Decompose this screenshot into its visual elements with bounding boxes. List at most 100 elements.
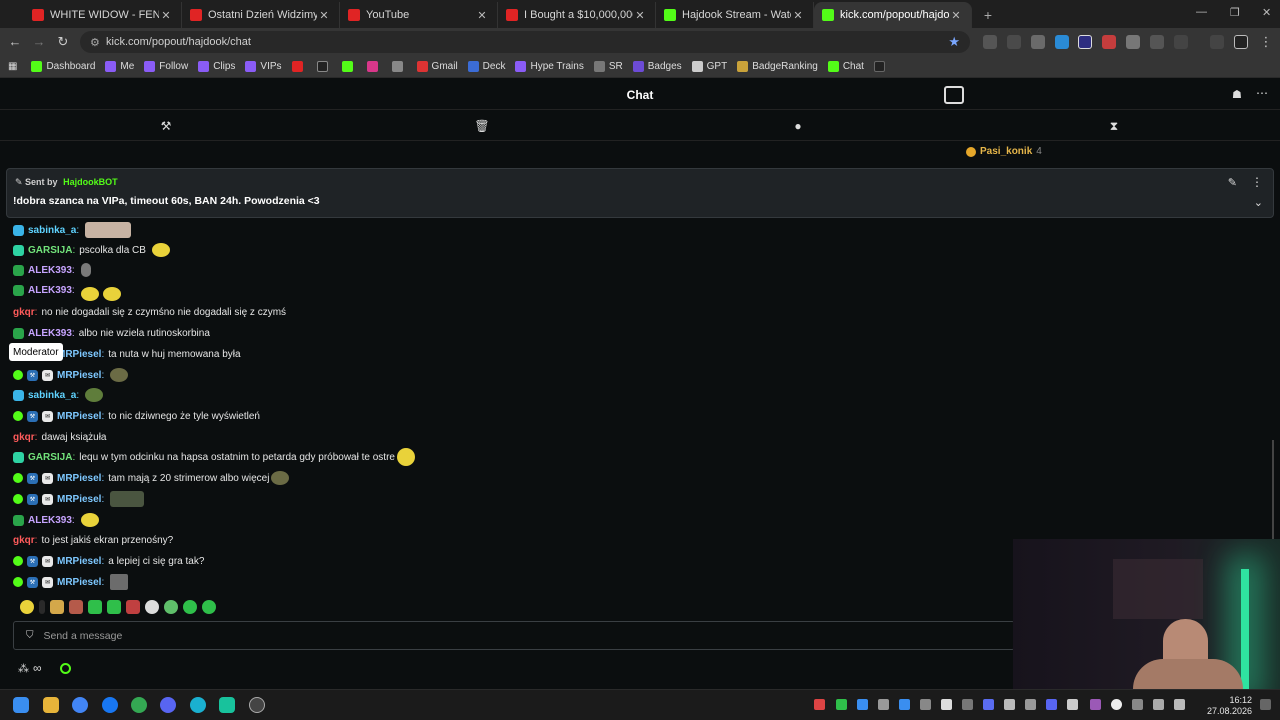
browser-tab[interactable]: Ostatni Dzień Widzimy to Zbroję ✕: [182, 2, 340, 28]
extension-icon[interactable]: [1102, 35, 1116, 49]
tray-icon[interactable]: [814, 699, 825, 710]
bookmark-badges[interactable]: Badges: [632, 61, 682, 72]
username[interactable]: sabinka_a: [28, 390, 76, 401]
notification-icon[interactable]: [1260, 699, 1271, 710]
bookmark-chat[interactable]: Chat: [827, 61, 864, 72]
chat-message[interactable]: GARSIJA: pscolka dla CB: [13, 240, 172, 260]
chat-message[interactable]: ALEK393:: [13, 510, 101, 530]
chat-message[interactable]: ⚒ ✉ MRPiesel: a lepiej ci się gra tak?: [13, 551, 204, 571]
kick-logo-icon[interactable]: [944, 86, 964, 104]
extension-icon[interactable]: [1126, 35, 1140, 49]
chat-message[interactable]: gkqr: dawaj książuła: [13, 427, 107, 447]
tray-icon[interactable]: [878, 699, 889, 710]
moderator-badge-icon[interactable]: ⚒: [27, 472, 38, 484]
bookmark-gpt[interactable]: GPT: [691, 61, 727, 72]
username[interactable]: MRPiesel: [57, 494, 101, 505]
more-options-icon[interactable]: ⋯: [1256, 86, 1268, 100]
extensions-puzzle-icon[interactable]: [1174, 35, 1188, 49]
bookmark-misc[interactable]: [873, 61, 889, 72]
bookmark-kick[interactable]: [341, 61, 357, 72]
emote-button[interactable]: [202, 600, 216, 614]
network-icon[interactable]: [1132, 699, 1143, 710]
username[interactable]: MRPiesel: [57, 473, 101, 484]
close-icon[interactable]: ✕: [475, 9, 489, 22]
top-gifter[interactable]: Pasi_konik 4: [966, 146, 1042, 157]
discord-icon[interactable]: [160, 697, 176, 713]
bookmark-deck[interactable]: Deck: [467, 61, 505, 72]
emote-button[interactable]: [88, 600, 102, 614]
audio-app-icon[interactable]: [219, 697, 235, 713]
tray-icon[interactable]: [1111, 699, 1122, 710]
emote-button[interactable]: [107, 600, 121, 614]
chat-scrollbar[interactable]: [1272, 440, 1274, 550]
chat-message[interactable]: gkqr: no nie dogadali się z czymśno nie …: [13, 302, 286, 322]
system-clock[interactable]: 16:12 27.08.2026: [1207, 695, 1252, 717]
address-bar[interactable]: ⚙ kick.com/popout/hajdook/chat ★: [80, 31, 970, 53]
bookmark-star-icon[interactable]: ★: [948, 34, 960, 50]
extension-icon[interactable]: [1055, 35, 1069, 49]
bookmark-hype-trains[interactable]: Hype Trains: [515, 61, 584, 72]
extension-icon[interactable]: [1031, 35, 1045, 49]
tray-icon[interactable]: [1025, 699, 1036, 710]
username[interactable]: ALEK393: [28, 328, 72, 339]
windows-start-icon[interactable]: [13, 697, 29, 713]
bookmark-clips[interactable]: Clips: [198, 61, 235, 72]
obs-icon[interactable]: [249, 697, 265, 713]
pinned-menu-icon[interactable]: ⋮: [1251, 175, 1263, 189]
bookmark-follow[interactable]: Follow: [144, 61, 188, 72]
chat-message[interactable]: ⚒ ✉ MRPiesel:: [13, 572, 130, 592]
close-icon[interactable]: ✕: [949, 9, 963, 22]
restore-icon[interactable]: ❐: [1230, 6, 1240, 19]
chat-message[interactable]: ALEK393:: [13, 280, 123, 301]
facebook-icon[interactable]: [102, 697, 118, 713]
hourglass-icon[interactable]: ⧗: [1106, 119, 1122, 134]
bookmark-tool[interactable]: [391, 61, 407, 72]
chat-bubble-icon[interactable]: ●: [790, 119, 806, 133]
tray-icon[interactable]: [962, 699, 973, 710]
tray-icon[interactable]: [983, 699, 994, 710]
username[interactable]: MRPiesel: [57, 349, 101, 360]
chrome-profile-icon[interactable]: [131, 697, 147, 713]
new-tab-button[interactable]: +: [978, 2, 998, 28]
moderator-badge-icon[interactable]: ⚒: [27, 369, 38, 381]
chat-input[interactable]: ⛉ Send a message: [13, 621, 1015, 650]
username[interactable]: GARSIJA: [28, 245, 72, 256]
profile-icon[interactable]: [1234, 35, 1248, 49]
points-icon[interactable]: ⁂: [18, 662, 29, 675]
bookmark-sr[interactable]: SR: [593, 61, 623, 72]
emote-button[interactable]: [39, 600, 45, 614]
tray-icon[interactable]: [899, 699, 910, 710]
chrome-icon[interactable]: [72, 697, 88, 713]
extension-icon[interactable]: [1150, 35, 1164, 49]
chat-message[interactable]: sabinka_a:: [13, 385, 105, 405]
close-icon[interactable]: ✕: [633, 9, 647, 22]
window-close-icon[interactable]: ✕: [1262, 6, 1271, 19]
file-explorer-icon[interactable]: [43, 697, 59, 713]
moderator-badge-icon[interactable]: ⚒: [27, 493, 38, 505]
browser-tab[interactable]: YouTube ✕: [340, 2, 498, 28]
username[interactable]: MRPiesel: [57, 370, 101, 381]
browser-tab[interactable]: Hajdook Stream - Watch Live on ✕: [656, 2, 814, 28]
tray-icon[interactable]: [836, 699, 847, 710]
menu-kebab-icon[interactable]: ⋮: [1258, 34, 1274, 50]
emote-button[interactable]: [20, 600, 34, 614]
minimize-icon[interactable]: —: [1196, 6, 1207, 18]
username[interactable]: ALEK393: [28, 285, 72, 296]
close-icon[interactable]: ✕: [317, 9, 331, 22]
bookmark-x[interactable]: [316, 61, 332, 72]
emote-button[interactable]: [145, 600, 159, 614]
chat-message[interactable]: ⚒ ✉ MRPiesel: to nic dziwnego że tyle wy…: [13, 406, 260, 426]
browser-tab-active[interactable]: kick.com/popout/hajdook/chat ✕: [814, 2, 972, 28]
trash-icon[interactable]: 🗑: [474, 119, 490, 133]
bookmark-vips[interactable]: VIPs: [245, 61, 282, 72]
chevron-down-icon[interactable]: ⌄: [1254, 196, 1263, 209]
extension-icon[interactable]: [1078, 35, 1092, 49]
browser-tab[interactable]: WHITE WIDOW - FENOMENALNY ✕: [24, 2, 182, 28]
username[interactable]: MRPiesel: [57, 577, 101, 588]
emote-button[interactable]: [50, 600, 64, 614]
hammer-icon[interactable]: ⚒: [158, 119, 174, 133]
extension-icon[interactable]: [1007, 35, 1021, 49]
moderator-badge-icon[interactable]: ⚒: [27, 555, 38, 567]
tray-icon[interactable]: [1067, 699, 1078, 710]
emote-button[interactable]: [164, 600, 178, 614]
